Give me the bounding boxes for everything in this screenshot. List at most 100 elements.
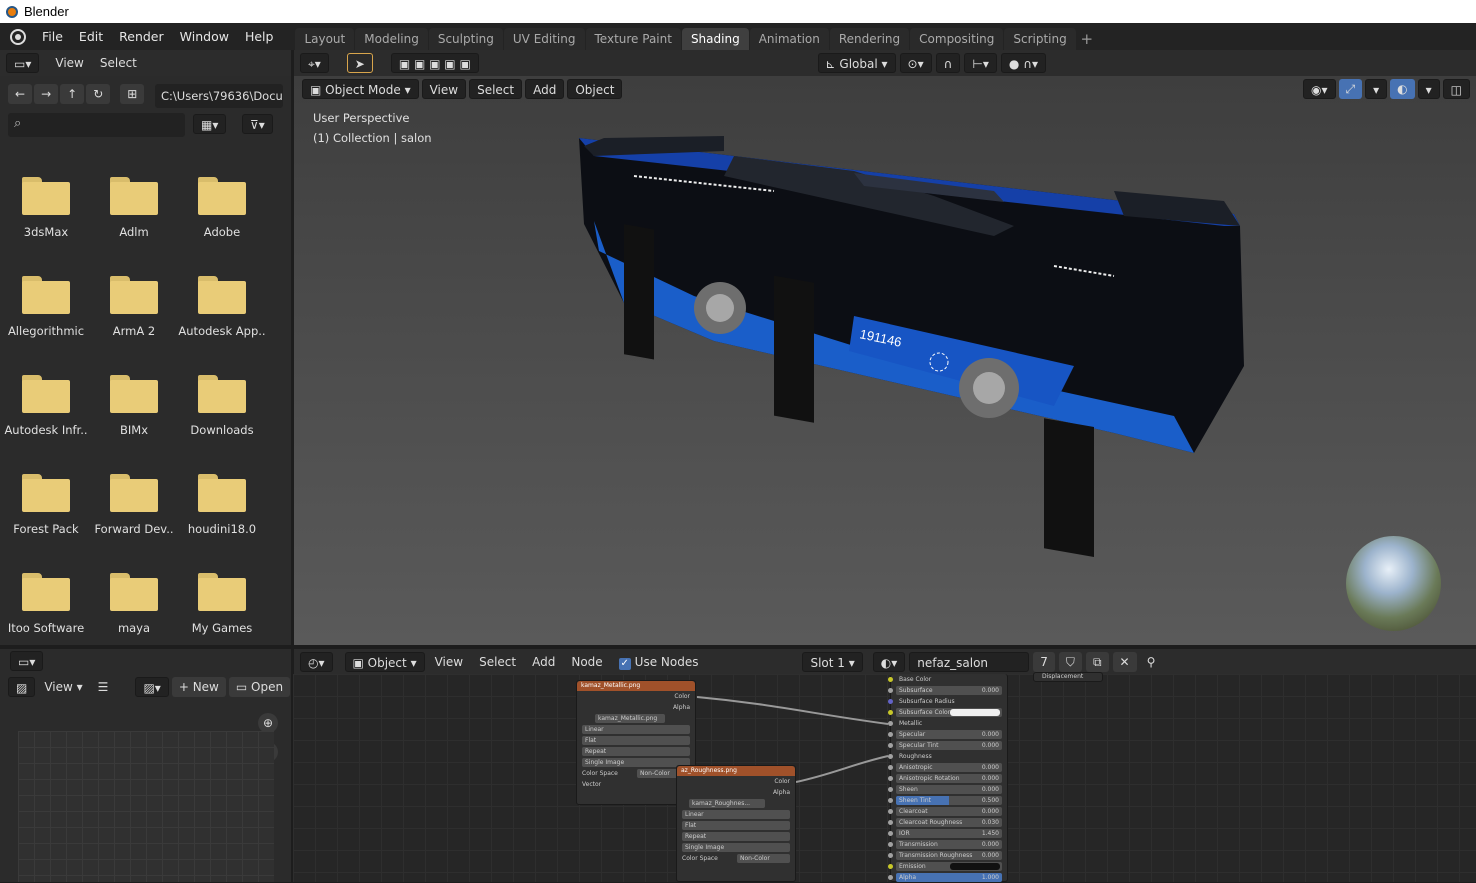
folder-item[interactable]: Autodesk App..	[178, 251, 266, 350]
bsdf-input-row[interactable]: Specular 0.000	[888, 729, 1007, 740]
menu-help[interactable]: Help	[237, 23, 282, 50]
input-socket[interactable]	[888, 732, 893, 737]
tab-animation[interactable]: Animation	[749, 28, 829, 50]
folder-item[interactable]: Autodesk Infr..	[2, 350, 90, 449]
shader-type-select[interactable]: ▣ Object ▾	[344, 652, 425, 672]
fb-view-menu[interactable]: View	[49, 56, 89, 70]
path-field[interactable]: C:\Users\79636\Docu...	[155, 84, 283, 108]
color-swatch[interactable]	[950, 709, 1000, 716]
node-add-menu[interactable]: Add	[526, 655, 561, 669]
node-editor-canvas[interactable]: kamaz_Metallic.png Color Alpha kamaz_Met…	[293, 672, 1476, 883]
input-socket[interactable]	[888, 809, 893, 814]
image-field[interactable]: kamaz_Metallic.png	[577, 713, 695, 724]
source-select[interactable]: Single Image	[677, 842, 795, 853]
bsdf-input-row[interactable]: Subsurface 0.000	[888, 685, 1007, 696]
blender-menu-icon[interactable]	[10, 28, 26, 45]
folder-item[interactable]: Forest Pack	[2, 449, 90, 548]
tab-scripting[interactable]: Scripting	[1004, 28, 1076, 50]
bsdf-input-row[interactable]: Anisotropic 0.000	[888, 762, 1007, 773]
bsdf-input-row[interactable]: Anisotropic Rotation 0.000	[888, 773, 1007, 784]
node-node-menu[interactable]: Node	[565, 655, 608, 669]
bsdf-input-row[interactable]: Emission	[888, 861, 1007, 872]
unlink-material-icon[interactable]: ✕	[1112, 652, 1137, 672]
folder-item[interactable]: ArmA 2	[90, 251, 178, 350]
input-socket[interactable]	[888, 853, 893, 858]
bsdf-input-row[interactable]: Alpha 1.000	[888, 872, 1007, 883]
bsdf-input-row[interactable]: Clearcoat Roughness 0.030	[888, 817, 1007, 828]
image-field[interactable]: kamaz_Roughnes...	[677, 798, 795, 809]
tab-compositing[interactable]: Compositing	[910, 28, 1004, 50]
material-output-node[interactable]: Displacement	[1033, 672, 1103, 682]
select-tool-icon[interactable]: ➤	[346, 53, 373, 73]
material-name-field[interactable]: nefaz_salon	[909, 652, 1030, 672]
interpolation-select[interactable]: Linear	[577, 724, 695, 735]
input-socket[interactable]	[888, 710, 893, 715]
image-browse-icon[interactable]: ▨▾	[135, 677, 169, 697]
refresh-icon[interactable]: ↻	[86, 84, 111, 104]
input-socket[interactable]	[888, 864, 893, 869]
open-image-button[interactable]: ▭ Open	[228, 677, 291, 697]
bsdf-input-row[interactable]: Subsurface Color	[888, 707, 1007, 718]
input-socket[interactable]	[888, 820, 893, 825]
input-socket[interactable]	[888, 831, 893, 836]
input-socket[interactable]	[888, 754, 893, 759]
editor-type-icon[interactable]: ▭▾	[10, 651, 44, 671]
node-select-menu[interactable]: Select	[473, 655, 522, 669]
extension-select[interactable]: Repeat	[677, 831, 795, 842]
duplicate-material-icon[interactable]: ⧉	[1085, 652, 1109, 672]
material-browse-icon[interactable]: ◐▾	[872, 652, 906, 672]
input-socket[interactable]	[888, 798, 893, 803]
input-socket[interactable]	[888, 776, 893, 781]
extension-select[interactable]: Repeat	[577, 746, 695, 757]
back-icon[interactable]: ←	[8, 84, 33, 104]
input-socket[interactable]	[888, 677, 893, 682]
folder-item[interactable]: 3dsMax	[2, 152, 90, 251]
transform-orientation-select[interactable]: ⊾ Global ▾	[817, 53, 896, 73]
bsdf-input-row[interactable]: Roughness	[888, 751, 1007, 762]
interpolation-select[interactable]: Linear	[677, 809, 795, 820]
pivot-icon[interactable]: ⊙▾	[899, 53, 932, 73]
editor-type-icon[interactable]: ⌖▾	[300, 53, 329, 73]
folder-item[interactable]: My Games	[178, 548, 266, 647]
parent-dir-icon[interactable]: ↑	[60, 84, 85, 104]
bsdf-input-row[interactable]: Base Color	[888, 674, 1007, 685]
folder-item[interactable]: Downloads	[178, 350, 266, 449]
projection-select[interactable]: Flat	[677, 820, 795, 831]
slot-select[interactable]: Slot 1 ▾	[802, 652, 863, 672]
image-view-menu[interactable]: View ▾	[38, 680, 88, 694]
input-socket[interactable]	[888, 765, 893, 770]
input-socket[interactable]	[888, 699, 893, 704]
menu-edit[interactable]: Edit	[71, 23, 111, 50]
input-socket[interactable]	[888, 787, 893, 792]
zoom-icon[interactable]: ⊕	[258, 713, 278, 733]
folder-item[interactable]: BIMx	[90, 350, 178, 449]
folder-item[interactable]: Allegorithmic	[2, 251, 90, 350]
input-socket[interactable]	[888, 842, 893, 847]
use-nodes-checkbox[interactable]: ✓ Use Nodes	[613, 655, 705, 670]
filter-icon[interactable]: ⊽▾	[242, 114, 273, 134]
node-view-menu[interactable]: View	[429, 655, 469, 669]
folder-item[interactable]: houdini18.0	[178, 449, 266, 548]
selection-mode-icons[interactable]: ▣ ▣ ▣ ▣ ▣	[390, 53, 479, 73]
image-texture-node-roughness[interactable]: az_Roughness.png Color Alpha kamaz_Rough…	[676, 765, 796, 882]
forward-icon[interactable]: →	[34, 84, 59, 104]
bsdf-input-row[interactable]: Specular Tint 0.000	[888, 740, 1007, 751]
bsdf-input-row[interactable]: Sheen Tint 0.500	[888, 795, 1007, 806]
tab-texture-paint[interactable]: Texture Paint	[585, 28, 681, 50]
bsdf-input-row[interactable]: Clearcoat 0.000	[888, 806, 1007, 817]
colorspace-row[interactable]: Color Space Non-Color	[677, 853, 795, 864]
editor-type-icon[interactable]: ◴▾	[300, 652, 333, 672]
folder-item[interactable]: Forward Dev..	[90, 449, 178, 548]
bsdf-input-row[interactable]: Transmission Roughness 0.000	[888, 850, 1007, 861]
menu-window[interactable]: Window	[172, 23, 237, 50]
new-folder-icon[interactable]: ⊞	[120, 84, 145, 104]
3d-viewport[interactable]: ▣ Object Mode ▾ View Select Add Object ◉…	[294, 76, 1476, 645]
tab-modeling[interactable]: Modeling	[355, 28, 428, 50]
bsdf-input-row[interactable]: Metallic	[888, 718, 1007, 729]
proportional-edit-icon[interactable]: ● ∩▾	[1000, 53, 1046, 73]
input-socket[interactable]	[888, 875, 893, 880]
fake-user-icon[interactable]: ⛉	[1058, 652, 1082, 672]
menu-file[interactable]: File	[34, 23, 71, 50]
folder-item[interactable]: Adlm	[90, 152, 178, 251]
bsdf-input-row[interactable]: Sheen 0.000	[888, 784, 1007, 795]
